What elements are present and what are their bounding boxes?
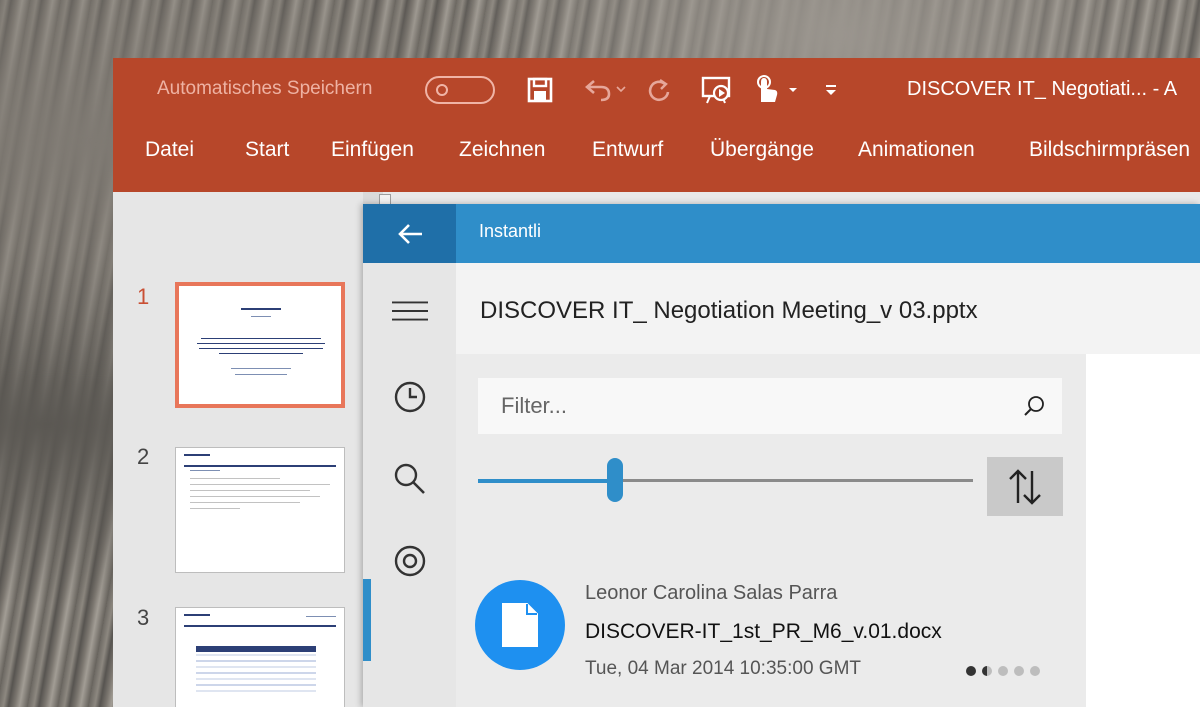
content-area: DISCOVER IT_ Negotiation Meeting_v 03.pp… xyxy=(456,263,1200,707)
filter-input[interactable] xyxy=(479,379,1061,433)
nav-active-indicator xyxy=(363,579,371,661)
tab-bildschirmpraesentation[interactable]: Bildschirmpräsen xyxy=(1029,138,1190,162)
presentation-from-start-icon[interactable] xyxy=(698,74,738,106)
back-button[interactable] xyxy=(363,204,456,263)
undo-icon[interactable] xyxy=(579,74,629,106)
filter-search-icon[interactable] xyxy=(1023,395,1045,417)
clock-icon[interactable] xyxy=(392,379,428,415)
slide-number: 3 xyxy=(137,605,150,630)
slide-thumbnail-1[interactable] xyxy=(175,282,345,408)
tab-entwurf[interactable]: Entwurf xyxy=(592,138,663,162)
ribbon-tabs: Datei Start Einfügen Zeichnen Entwurf Üb… xyxy=(113,120,1200,192)
sort-button[interactable] xyxy=(987,457,1063,516)
preview-area xyxy=(1086,354,1200,707)
slider-thumb[interactable] xyxy=(607,458,623,502)
result-filename[interactable]: DISCOVER-IT_1st_PR_M6_v.01.docx xyxy=(585,620,942,644)
tab-uebergaenge[interactable]: Übergänge xyxy=(710,138,814,162)
tab-einfuegen[interactable]: Einfügen xyxy=(331,138,414,162)
hamburger-menu-icon[interactable] xyxy=(392,293,428,329)
app-title: Instantli xyxy=(479,221,542,241)
tab-datei[interactable]: Datei xyxy=(145,138,194,162)
customize-toolbar-icon[interactable] xyxy=(819,74,843,106)
relevance-dots xyxy=(966,666,1040,676)
document-title: DISCOVER IT_ Negotiation Meeting_v 03.pp… xyxy=(480,297,978,324)
autosave-label: Automatisches Speichern xyxy=(157,78,373,99)
window-title: DISCOVER IT_ Negotiati... - A xyxy=(907,78,1178,100)
redo-icon[interactable] xyxy=(645,74,675,106)
document-avatar xyxy=(475,580,565,670)
autosave-toggle[interactable] xyxy=(425,76,495,104)
filter-box xyxy=(478,378,1062,434)
document-icon xyxy=(502,603,538,647)
tab-start[interactable]: Start xyxy=(245,138,289,162)
search-icon[interactable] xyxy=(392,461,428,497)
instantli-window: Instantli DISCOVER IT_ Negotiation Meeti… xyxy=(363,204,1200,707)
touch-mode-icon[interactable] xyxy=(747,74,807,106)
slide-thumbnail-3[interactable] xyxy=(175,607,345,707)
target-icon[interactable] xyxy=(392,543,428,579)
result-author: Leonor Carolina Salas Parra xyxy=(585,582,838,604)
related-documents-panel: Leonor Carolina Salas Parra DISCOVER-IT_… xyxy=(456,354,1086,707)
slide-thumbnail-panel: 1 2 3 xyxy=(113,192,363,707)
instantli-header: Instantli xyxy=(363,204,1200,263)
save-icon[interactable] xyxy=(525,74,555,106)
tab-animationen[interactable]: Animationen xyxy=(858,138,975,162)
slide-number: 2 xyxy=(137,444,150,469)
slide-number: 1 xyxy=(137,284,150,309)
result-date: Tue, 04 Mar 2014 10:35:00 GMT xyxy=(585,658,862,679)
nav-rail xyxy=(363,263,456,707)
title-bar: Automatisches Speichern DISCOVER IT_ Neg… xyxy=(113,58,1200,120)
list-item[interactable]: Leonor Carolina Salas Parra DISCOVER-IT_… xyxy=(456,570,1086,707)
slider-track-filled xyxy=(478,479,611,483)
sort-arrows-icon xyxy=(1009,468,1041,505)
back-arrow-icon xyxy=(397,223,422,244)
slider-track[interactable] xyxy=(621,479,973,482)
slide-thumbnail-2[interactable] xyxy=(175,447,345,573)
tab-zeichnen[interactable]: Zeichnen xyxy=(459,138,545,162)
